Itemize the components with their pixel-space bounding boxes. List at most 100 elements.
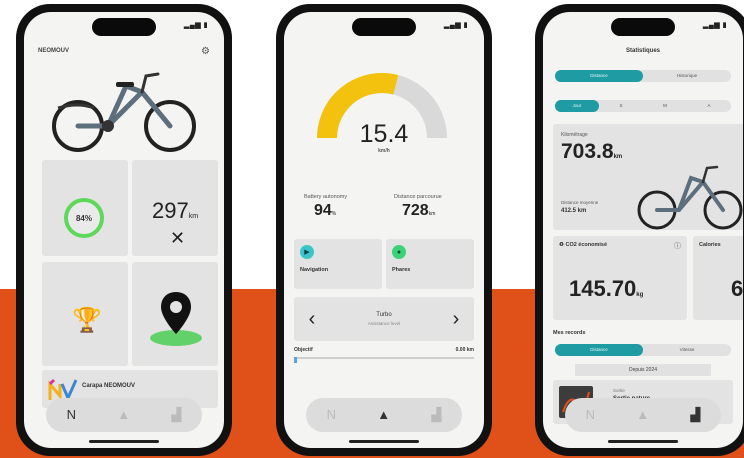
info-icon[interactable]: ⓘ	[674, 241, 681, 251]
navigation-label: Navigation	[300, 267, 329, 273]
battery-tile[interactable]: 84%	[42, 160, 128, 256]
tab-bike[interactable]: ▲	[377, 408, 390, 422]
bike-icon: ▲	[636, 407, 650, 422]
segment-week[interactable]: S	[599, 100, 643, 112]
phone-home: ▂▄▆ ▮ NEOMOUV ⚙ 84% 297km ✕ 🏆 Carapa NEO…	[16, 4, 232, 456]
navigation-card[interactable]: ▶ Navigation	[294, 239, 382, 289]
status-icons: ▂▄▆ ▮	[443, 22, 468, 29]
tab-bike[interactable]: ▲	[117, 408, 130, 422]
calories-heading: Calories	[699, 242, 721, 248]
dynamic-island	[352, 18, 416, 36]
distance-stat-value: 728km	[402, 202, 436, 219]
segment-record-speed[interactable]: Vitesse	[643, 344, 731, 356]
tab-home[interactable]: N	[586, 408, 595, 422]
navigation-icon: ▶	[300, 245, 314, 259]
nv-logo-icon: N	[585, 407, 595, 422]
home-indicator	[349, 440, 419, 443]
tab-stats[interactable]: ▟	[171, 408, 181, 422]
battery-stat-label: Battery autonomy	[304, 194, 348, 200]
page-title: Statistiques	[625, 48, 660, 54]
tab-home[interactable]: N	[67, 408, 76, 422]
ebike-image	[52, 72, 196, 152]
calories-card[interactable]: Calories 6	[693, 236, 743, 320]
home-indicator	[608, 440, 678, 443]
stats-icon: ▟	[431, 407, 442, 422]
records-title: Mes records	[553, 330, 586, 336]
chevron-right-icon[interactable]: ›	[444, 307, 468, 331]
phone-ride: ▂▄▆ ▮ 15.4 km/h Battery autonomy 94% Dis…	[276, 4, 492, 456]
ride-screen: ▂▄▆ ▮ 15.4 km/h Battery autonomy 94% Dis…	[284, 12, 484, 448]
average-label: Distance moyenne	[561, 200, 599, 205]
dynamic-island	[92, 18, 156, 36]
brand-name: Carapa NEOMOUV	[82, 383, 136, 389]
stats-screen: ▂▄▆ ▮ Statistiques Distance Historique J…	[543, 12, 743, 448]
trip-right-label: 0.00 km	[455, 347, 474, 353]
light-label: Phares	[392, 267, 411, 273]
period-segmented-control: Jour S M A	[555, 100, 731, 112]
maintenance-tile[interactable]: 297km ✕	[132, 160, 218, 256]
segment-record-distance[interactable]: Distance	[555, 344, 643, 356]
ebike-image	[637, 165, 743, 230]
status-icons: ▂▄▆ ▮	[183, 22, 208, 29]
trip-progress: Objectif 0.00 km	[294, 345, 474, 369]
records-tile[interactable]: 🏆	[42, 262, 128, 366]
trip-marker	[294, 357, 297, 363]
calories-value: 6	[731, 276, 743, 301]
dynamic-island	[611, 18, 675, 36]
brand-label: NEOMOUV	[38, 48, 70, 54]
gear-icon[interactable]: ⚙	[201, 46, 210, 57]
chevron-left-icon[interactable]: ‹	[300, 307, 324, 331]
trip-left-label: Objectif	[294, 347, 313, 353]
status-icons: ▂▄▆ ▮	[702, 22, 727, 29]
battery-ring: 84%	[64, 198, 104, 238]
km-value: 297km	[152, 198, 199, 223]
segment-distance[interactable]: Distance	[555, 70, 643, 82]
segment-month[interactable]: M	[643, 100, 687, 112]
assist-mode-selector: ‹ Turbo Assistance level ›	[294, 297, 474, 341]
mode-center: Turbo Assistance level	[338, 297, 430, 341]
nv-logo-icon: N	[326, 407, 336, 422]
odometer-value: 703.8km	[561, 140, 623, 163]
average-value: 412.5 km	[561, 208, 587, 214]
mode-sub: Assistance level	[367, 321, 401, 326]
co2-heading: ♻ CO2 économisé	[559, 242, 608, 248]
segment-day[interactable]: Jour	[555, 100, 599, 112]
segment-history[interactable]: Historique	[643, 70, 731, 82]
tab-bike[interactable]: ▲	[636, 408, 649, 422]
phone-stats: ▂▄▆ ▮ Statistiques Distance Historique J…	[535, 4, 744, 456]
trip-track	[294, 357, 474, 359]
map-pin-icon	[161, 292, 191, 334]
home-screen: ▂▄▆ ▮ NEOMOUV ⚙ 84% 297km ✕ 🏆 Carapa NEO…	[24, 12, 224, 448]
speed-unit: km/h	[378, 148, 390, 154]
distance-stat-label: Distance parcourue	[394, 194, 442, 200]
co2-card[interactable]: ♻ CO2 économisé ⓘ 145.70kg	[553, 236, 687, 320]
light-icon: ●	[392, 245, 406, 259]
stats-icon: ▟	[171, 407, 182, 422]
battery-stat-value: 94%	[314, 202, 337, 219]
location-tile[interactable]	[132, 262, 218, 366]
segment-year[interactable]: A	[687, 100, 731, 112]
tab-bar: N ▲ ▟	[565, 398, 721, 432]
tab-bar: N ▲ ▟	[306, 398, 462, 432]
top-segmented-control: Distance Historique	[555, 70, 731, 82]
record-banner: Depuis 2024	[575, 364, 711, 376]
tab-home[interactable]: N	[327, 408, 336, 422]
record-label: Sortie	[613, 388, 625, 393]
odometer-label: Kilométrage	[561, 132, 588, 138]
co2-value: 145.70kg	[569, 276, 644, 301]
mode-label: Turbo	[376, 312, 392, 318]
nv-logo-icon: N	[66, 407, 76, 422]
bike-icon: ▲	[377, 407, 391, 422]
stats-icon: ▟	[690, 407, 701, 422]
tools-icon: ✕	[170, 228, 186, 248]
tab-stats[interactable]: ▟	[690, 408, 700, 422]
records-segmented-control: Distance Vitesse	[555, 344, 731, 356]
trophy-icon: 🏆	[72, 307, 102, 334]
tab-stats[interactable]: ▟	[431, 408, 441, 422]
tab-bar: N ▲ ▟	[46, 398, 202, 432]
speed-value: 15.4	[359, 120, 409, 148]
home-header: NEOMOUV ⚙	[38, 46, 210, 60]
light-card[interactable]: ● Phares	[386, 239, 474, 289]
bike-icon: ▲	[117, 407, 131, 422]
home-indicator	[89, 440, 159, 443]
